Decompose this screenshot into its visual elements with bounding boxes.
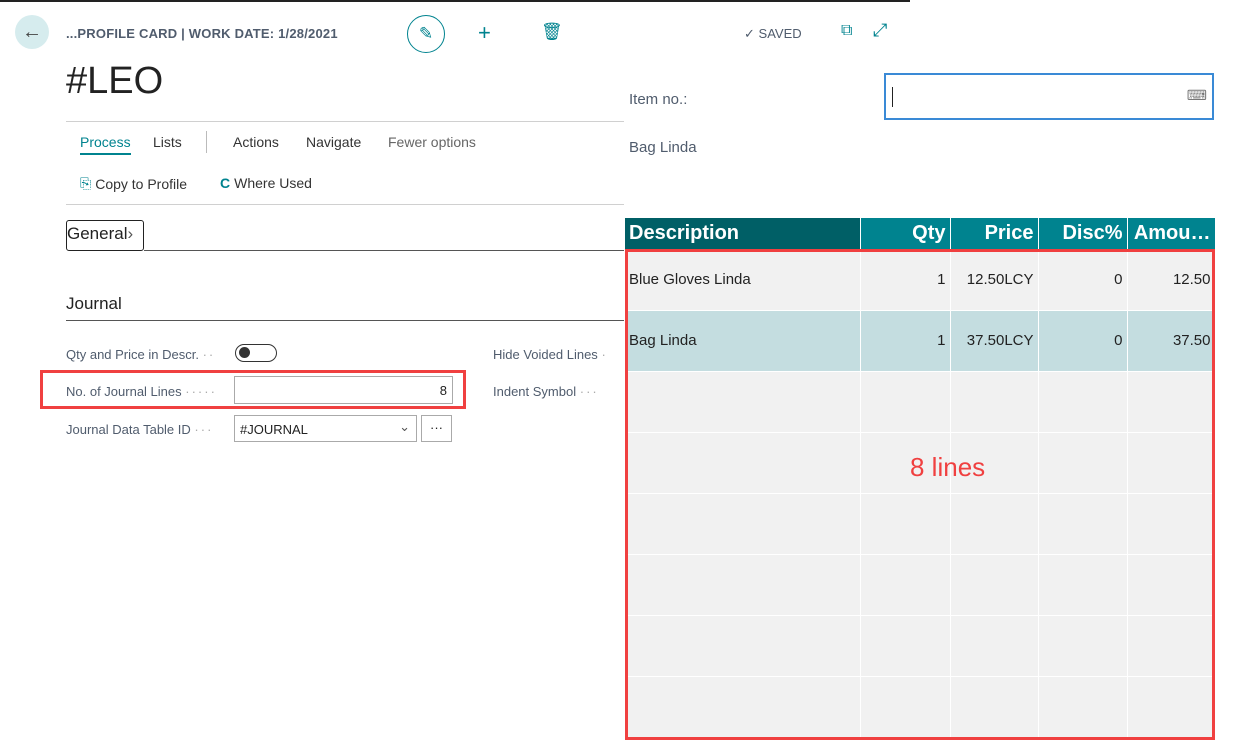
expand-icon: ⤢ <box>873 20 888 40</box>
qty-price-label: Qty and Price in Descr. ·· <box>66 347 216 362</box>
cell-description: Blue Gloves Linda <box>625 249 861 311</box>
cell-disc: 0 <box>1038 310 1128 372</box>
journal-table-value: #JOURNAL <box>240 422 308 437</box>
tab-separator <box>206 131 207 153</box>
cell-disc: 0 <box>1038 249 1128 311</box>
journal-table-label: Journal Data Table ID ··· <box>66 422 214 437</box>
qty-price-toggle[interactable] <box>235 344 277 362</box>
saved-label: SAVED <box>758 26 802 41</box>
general-label: General <box>67 224 128 243</box>
chevron-right-icon: › <box>127 224 134 243</box>
empty-row <box>625 615 1216 677</box>
item-no-label: Item no.: <box>629 91 688 108</box>
cell-price: 12.50LCY <box>950 249 1039 311</box>
copy-label: Copy to Profile <box>95 175 188 192</box>
ellipsis-icon: ··· <box>430 420 443 435</box>
general-section-toggle[interactable]: General› <box>66 220 144 251</box>
divider <box>66 320 624 321</box>
arrow-left-icon: ← <box>22 20 42 43</box>
top-border <box>0 0 910 2</box>
cell-qty: 1 <box>860 310 951 372</box>
column-header-description[interactable]: Description <box>625 218 861 249</box>
item-name: Bag Linda <box>629 139 697 156</box>
delete-button[interactable]: 🗑 <box>541 22 563 42</box>
journal-table-select[interactable]: #JOURNAL ⌄ <box>234 415 417 442</box>
trash-icon: 🗑 <box>541 22 563 41</box>
check-icon: ✓ <box>744 26 755 41</box>
cell-amount: 37.50 <box>1127 310 1216 372</box>
indent-symbol-label: Indent Symbol ··· <box>493 384 599 399</box>
text-cursor <box>892 87 893 107</box>
saved-status: ✓ SAVED <box>744 26 802 42</box>
cell-amount: 12.50 <box>1127 249 1216 311</box>
cell-price: 37.50LCY <box>950 310 1039 372</box>
column-header-price[interactable]: Price <box>950 218 1039 249</box>
where-used-icon: C <box>220 175 231 191</box>
where-used-label: Where Used <box>234 175 312 191</box>
keyboard-icon[interactable]: ⌨ <box>1187 87 1207 104</box>
pencil-icon: ✎ <box>418 24 434 43</box>
edit-button[interactable]: ✎ <box>407 15 445 53</box>
copy-to-profile-button[interactable]: ⎘ Copy to Profile <box>80 175 187 192</box>
where-used-button[interactable]: C Where Used <box>220 175 312 191</box>
lines-annotation: 8 lines <box>910 452 986 482</box>
chevron-down-icon: ⌄ <box>399 419 410 434</box>
tab-fewer-options[interactable]: Fewer options <box>388 134 476 150</box>
journal-lines-label: No. of Journal Lines ····· <box>66 384 217 399</box>
tab-actions[interactable]: Actions <box>233 134 279 150</box>
cell-description: Bag Linda <box>625 310 861 372</box>
copy-icon: ⎘ <box>80 175 92 191</box>
empty-row <box>625 554 1216 616</box>
tab-process[interactable]: Process <box>80 134 131 155</box>
expand-button[interactable]: ⤢ <box>873 20 887 41</box>
tab-navigate[interactable]: Navigate <box>306 134 361 150</box>
journal-lines-input[interactable]: 8 <box>234 376 453 404</box>
divider <box>66 121 624 122</box>
journal-heading: Journal <box>66 294 122 313</box>
divider <box>66 204 624 205</box>
table-header-row: Description Qty Price Disc% Amou… <box>625 218 1216 249</box>
tab-lists[interactable]: Lists <box>153 134 182 150</box>
empty-row <box>625 493 1216 555</box>
empty-row <box>625 676 1216 738</box>
item-no-input[interactable]: ⌨ <box>884 73 1214 120</box>
open-new-window-icon: ⧉ <box>841 22 853 39</box>
more-options-button[interactable]: ··· <box>421 415 452 442</box>
hide-voided-label: Hide Voided Lines · <box>493 347 608 362</box>
table-row[interactable]: Bag Linda 1 37.50LCY 0 37.50 <box>625 310 1216 372</box>
empty-row <box>625 371 1216 433</box>
table-row[interactable]: Blue Gloves Linda 1 12.50LCY 0 12.50 <box>625 249 1216 311</box>
breadcrumb: ...PROFILE CARD | WORK DATE: 1/28/2021 <box>66 26 338 41</box>
plus-icon: + <box>478 20 491 45</box>
cell-qty: 1 <box>860 249 951 311</box>
divider <box>144 250 624 251</box>
column-header-disc[interactable]: Disc% <box>1038 218 1128 249</box>
open-new-window-button[interactable]: ⧉ <box>841 22 852 40</box>
page-title: #LEO <box>66 60 164 102</box>
column-header-qty[interactable]: Qty <box>860 218 951 249</box>
add-button[interactable]: + <box>478 20 491 46</box>
column-header-amount[interactable]: Amou… <box>1127 218 1216 249</box>
back-button[interactable]: ← <box>15 15 49 49</box>
